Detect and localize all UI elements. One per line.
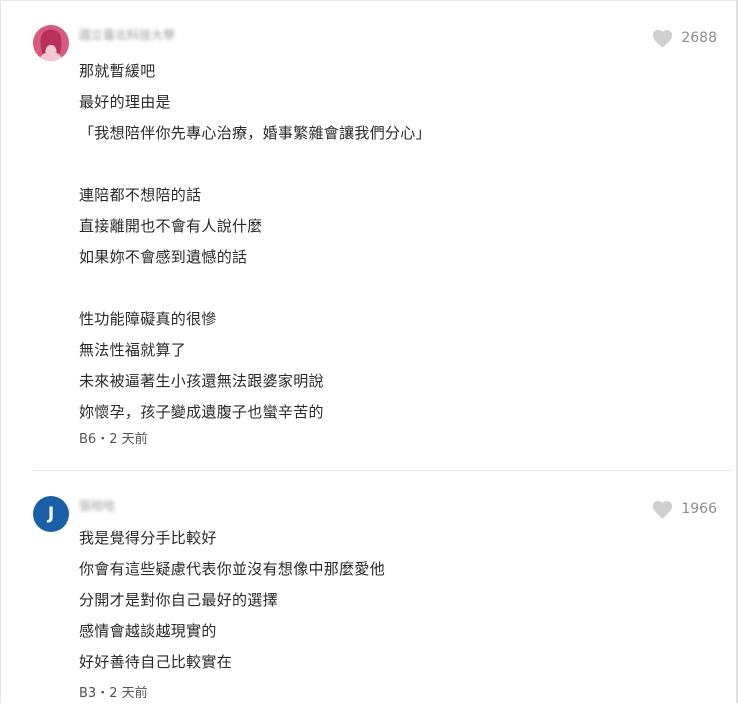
like-button[interactable]: 2688 — [652, 28, 717, 48]
comment-line: 未來被逼著生小孩還無法跟婆家明說 — [79, 372, 324, 390]
author-name[interactable]: 張哈哈 — [79, 498, 115, 514]
avatar[interactable]: J — [33, 496, 69, 532]
comment-line: 最好的理由是 — [79, 93, 171, 111]
floor-number: B3 — [79, 686, 97, 701]
heart-icon — [653, 29, 673, 48]
comment-line: 分開才是對你自己最好的選擇 — [79, 591, 278, 609]
avatar-letter: J — [47, 504, 55, 524]
like-button[interactable]: 1966 — [652, 499, 717, 519]
comment-item: 國立臺北科技大學 2688 那就暫緩吧 最好的理由是 「我想陪伴你先專心治療，婚… — [0, 0, 738, 470]
author-name[interactable]: 國立臺北科技大學 — [79, 27, 175, 43]
avatar[interactable] — [33, 25, 69, 61]
comment-line: 好好善待自己比較實在 — [79, 653, 233, 671]
comment-time: 2 天前 — [109, 686, 148, 701]
comment-line: 那就暫緩吧 — [79, 62, 156, 80]
comment-line: 如果妳不會感到遺憾的話 — [79, 248, 248, 266]
comment-time: 2 天前 — [109, 432, 148, 447]
comment-item: J 張哈哈 1966 我是覺得分手比較好 你會有這些疑慮代表你並沒有想像中那麼愛… — [0, 471, 738, 703]
floor-number: B6 — [79, 432, 97, 447]
female-avatar-icon — [33, 25, 69, 61]
comment-line: 我是覺得分手比較好 — [79, 529, 217, 547]
comment-line: 直接離開也不會有人說什麼 — [79, 217, 263, 235]
comment-line: 你會有這些疑慮代表你並沒有想像中那麼愛他 — [79, 560, 386, 578]
comment-line: 無法性福就算了 — [79, 341, 187, 359]
heart-icon — [653, 500, 673, 519]
comment-line: 妳懷孕，孩子變成遺腹子也蠻辛苦的 — [79, 403, 324, 421]
comment-meta: B6・2 天前 — [79, 430, 148, 450]
comment-line: 連陪都不想陪的話 — [79, 186, 202, 204]
comment-body: 那就暫緩吧 最好的理由是 「我想陪伴你先專心治療，婚事繁雜會讓我們分心」 連陪都… — [79, 56, 431, 428]
comment-meta: B3・2 天前 — [79, 684, 148, 704]
meta-separator: ・ — [96, 432, 110, 447]
comment-line — [79, 149, 431, 180]
comment-line: 性功能障礙真的很慘 — [79, 310, 217, 328]
comment-line — [79, 273, 431, 304]
like-count: 1966 — [681, 501, 717, 517]
meta-separator: ・ — [96, 686, 110, 701]
like-count: 2688 — [681, 30, 717, 46]
comment-line: 感情會越談越現實的 — [79, 622, 217, 640]
comment-line: 「我想陪伴你先專心治療，婚事繁雜會讓我們分心」 — [79, 124, 431, 142]
comment-body: 我是覺得分手比較好 你會有這些疑慮代表你並沒有想像中那麼愛他 分開才是對你自己最… — [79, 523, 385, 678]
